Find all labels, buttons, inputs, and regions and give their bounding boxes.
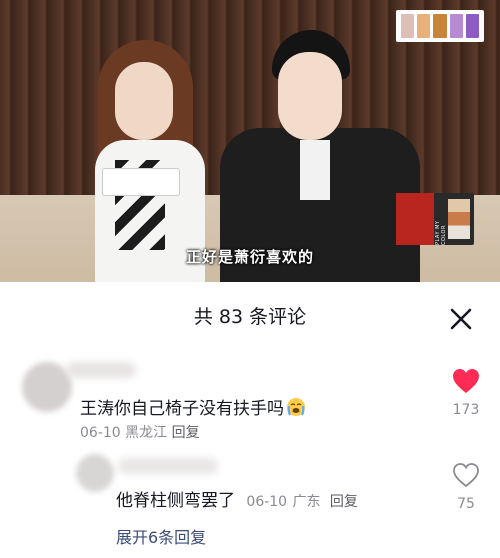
expand-replies-button[interactable]: 展开6条回复 <box>116 524 206 548</box>
heart-filled-icon <box>453 369 479 393</box>
close-icon <box>450 308 472 330</box>
comments-count-title: 共 83 条评论 <box>193 306 307 328</box>
avatar[interactable] <box>22 362 72 412</box>
comment-date: 06-10 <box>80 425 121 441</box>
reply-button[interactable]: 回复 <box>330 494 358 510</box>
color-book: PLAY MY COLOR <box>396 193 474 245</box>
like-count: 173 <box>452 402 480 418</box>
heart-outline-icon <box>453 463 479 488</box>
comment-text: 他脊柱侧弯罢了 <box>116 491 235 511</box>
comments-sheet: 共 83 条评论 王涛你自己椅子没有扶手吗 06-10 黑龙江 回复 173 他… <box>0 282 500 558</box>
username[interactable] <box>66 362 136 378</box>
close-button[interactable] <box>446 304 476 334</box>
video-person-man <box>220 30 420 282</box>
like-count: 75 <box>457 496 475 512</box>
comment-meta: 06-10 黑龙江 回复 <box>80 422 200 442</box>
like-button[interactable]: 173 <box>446 368 486 418</box>
crying-face-emoji-icon <box>287 398 305 416</box>
avatar[interactable] <box>76 454 114 492</box>
video-player[interactable]: PLAY MY COLOR 正好是萧衍喜欢的 <box>0 0 500 282</box>
comment-location: 黑龙江 <box>125 425 168 441</box>
username[interactable] <box>118 458 218 474</box>
reply-button[interactable]: 回复 <box>172 425 200 441</box>
comment-row: 他脊柱侧弯罢了 06-10 广东 回复 <box>116 486 358 511</box>
comment-text: 王涛你自己椅子没有扶手吗 <box>80 394 306 419</box>
video-subtitle: 正好是萧衍喜欢的 <box>185 248 314 266</box>
book-text: PLAY MY COLOR <box>435 220 447 245</box>
comment-date: 06-10 <box>246 494 288 510</box>
like-button[interactable]: 75 <box>446 462 486 512</box>
comment-location: 广东 <box>292 494 321 510</box>
